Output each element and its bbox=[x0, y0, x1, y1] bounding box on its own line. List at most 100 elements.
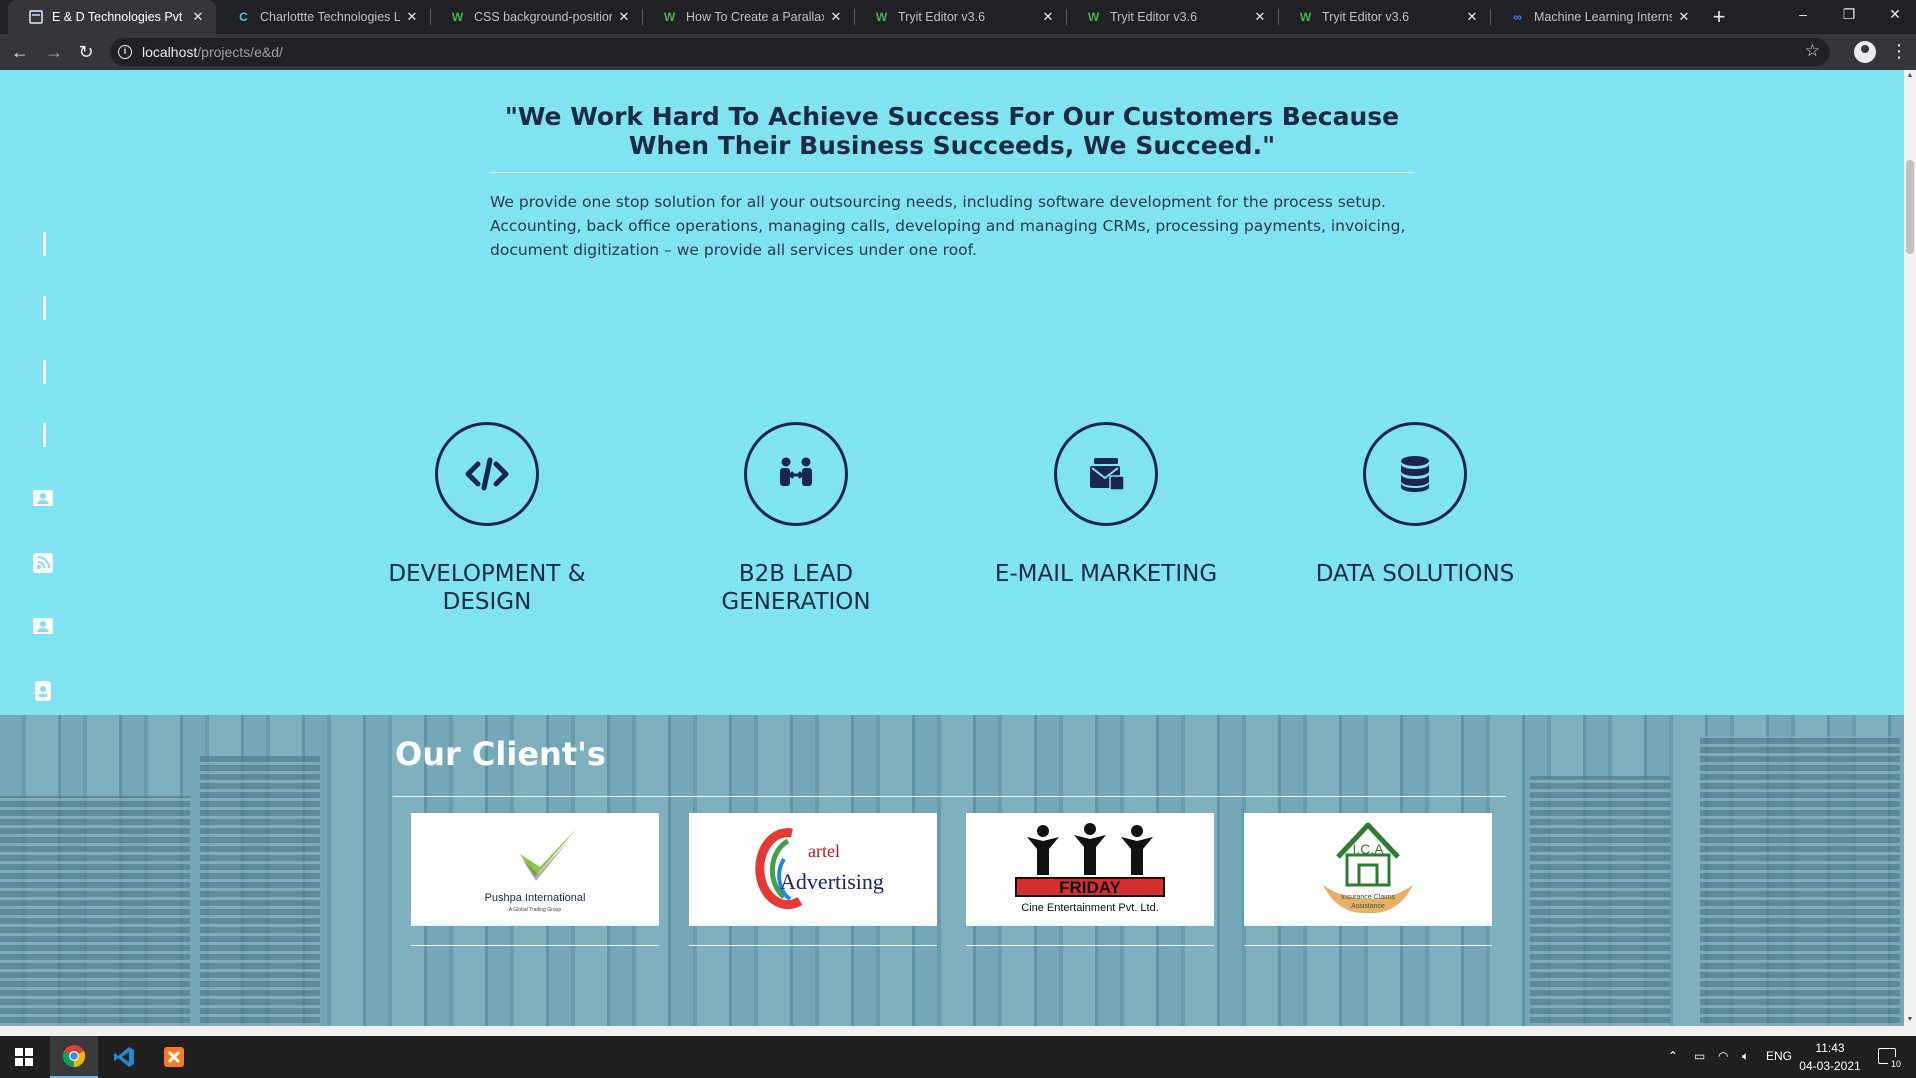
address-bar[interactable]: i localhost/projects/e&d/ ☆ bbox=[110, 38, 1830, 66]
chrome-taskbar-button[interactable] bbox=[50, 1036, 98, 1078]
close-icon[interactable]: ✕ bbox=[190, 9, 206, 25]
tab-title: E & D Technologies Pvt ltd bbox=[52, 10, 186, 24]
scrollbar-thumb[interactable] bbox=[1906, 160, 1914, 254]
ica-tagline-line-2: Assistance bbox=[1351, 903, 1385, 910]
social-link-line[interactable] bbox=[43, 360, 46, 384]
close-icon[interactable]: ✕ bbox=[1040, 9, 1056, 25]
svg-text:I.C.A: I.C.A bbox=[1352, 841, 1384, 857]
windows-taskbar: ⌃ ▭ ◠ 🔈︎ ENG 11:43 04-03-2021 10 bbox=[0, 1036, 1916, 1078]
taskbar-clock[interactable]: 11:43 04-03-2021 bbox=[1790, 1039, 1870, 1075]
tab-title: Tryit Editor v3.6 bbox=[1110, 10, 1198, 24]
tab-tryit-1[interactable]: W Tryit Editor v3.6 ✕ bbox=[854, 0, 1066, 34]
vscode-taskbar-button[interactable] bbox=[100, 1036, 148, 1078]
city-building bbox=[1530, 776, 1670, 1026]
mail-bulk-icon bbox=[1090, 458, 1125, 491]
tab-parallax[interactable]: W How To Create a Parallax Sc ✕ bbox=[642, 0, 854, 34]
new-tab-button[interactable]: + bbox=[1706, 4, 1732, 30]
xampp-taskbar-button[interactable] bbox=[150, 1036, 198, 1078]
service-title: B2B LEAD GENERATION bbox=[721, 561, 871, 615]
browser-tab-strip: E & D Technologies Pvt ltd ✕ C Charlottt… bbox=[0, 0, 1916, 34]
language-indicator[interactable]: ENG bbox=[1766, 1049, 1792, 1063]
show-hidden-icons-chevron-icon[interactable]: ⌃ bbox=[1668, 1049, 1678, 1063]
forward-button[interactable]: → bbox=[40, 38, 68, 66]
w3schools-icon: W bbox=[451, 10, 464, 24]
bookmark-star-icon[interactable]: ☆ bbox=[1805, 41, 1820, 61]
start-button[interactable] bbox=[0, 1036, 48, 1078]
svg-text:A Global Trading Group: A Global Trading Group bbox=[509, 907, 561, 913]
clock-date: 04-03-2021 bbox=[1799, 1059, 1861, 1073]
scroll-up-arrow-icon[interactable]: ▲ bbox=[1904, 70, 1916, 82]
divider bbox=[490, 172, 1414, 173]
tab-title: Tryit Editor v3.6 bbox=[898, 10, 986, 24]
tab-tryit-3[interactable]: W Tryit Editor v3.6 ✕ bbox=[1278, 0, 1490, 34]
back-button[interactable]: ← bbox=[6, 38, 34, 66]
service-b2b-lead-generation[interactable]: B2B LEAD GENERATION bbox=[671, 422, 921, 616]
profile-icon[interactable] bbox=[1854, 41, 1876, 63]
user-board-icon[interactable] bbox=[32, 488, 54, 510]
divider bbox=[689, 945, 937, 946]
windows-logo-icon bbox=[15, 1048, 33, 1066]
ica-logo: I.C.A Insurance Claims Assistance bbox=[1323, 822, 1413, 914]
social-link-line[interactable] bbox=[43, 232, 46, 256]
blog-icon[interactable] bbox=[32, 552, 54, 574]
page-icon bbox=[28, 10, 43, 25]
tab-ml-internship[interactable]: ∞ Machine Learning Internship ✕ bbox=[1490, 0, 1702, 34]
client-logo-friday[interactable]: FRIDAY Cine Entertainment Pvt. Ltd. bbox=[966, 813, 1214, 926]
reload-button[interactable]: ↻ bbox=[72, 38, 100, 66]
close-icon[interactable]: ✕ bbox=[828, 9, 844, 25]
city-building bbox=[1700, 736, 1900, 1026]
advertising-word: Advertising bbox=[780, 869, 884, 894]
close-icon[interactable]: ✕ bbox=[1464, 9, 1480, 25]
client-logo-pushpa[interactable]: Pushpa International A Global Trading Gr… bbox=[411, 813, 659, 926]
url-text: localhost/projects/e&d/ bbox=[142, 44, 283, 60]
social-link-line[interactable] bbox=[43, 296, 46, 320]
vertical-scrollbar[interactable]: ▲ ▼ bbox=[1904, 70, 1916, 1026]
about-quote: "We Work Hard To Achieve Success For Our… bbox=[504, 102, 1400, 160]
service-title: DATA SOLUTIONS bbox=[1315, 561, 1515, 587]
scroll-down-arrow-icon[interactable]: ▼ bbox=[1904, 1014, 1916, 1026]
close-icon[interactable]: ✕ bbox=[616, 9, 632, 25]
svg-text:Cine Entertainment Pvt. Ltd.: Cine Entertainment Pvt. Ltd. bbox=[1021, 902, 1159, 914]
info-icon[interactable]: i bbox=[118, 45, 132, 59]
minimize-button[interactable]: – bbox=[1780, 0, 1826, 30]
clients-heading: Our Client's bbox=[395, 735, 606, 773]
friday-logo: FRIDAY Cine Entertainment Pvt. Ltd. bbox=[1015, 823, 1165, 914]
browser-toolbar: ← → ↻ i localhost/projects/e&d/ ☆ ⋮ bbox=[0, 34, 1916, 70]
tab-e-and-d[interactable]: E & D Technologies Pvt ltd ✕ bbox=[8, 0, 216, 34]
service-icon-circle bbox=[744, 422, 848, 526]
service-development[interactable]: DEVELOPMENT & DESIGN bbox=[362, 422, 612, 616]
browser-menu-icon[interactable]: ⋮ bbox=[1890, 40, 1908, 64]
w3schools-icon: W bbox=[875, 10, 888, 24]
volume-icon[interactable]: 🔈︎ bbox=[1742, 1049, 1749, 1064]
social-link-line[interactable] bbox=[43, 423, 46, 447]
close-icon[interactable]: ✕ bbox=[1676, 9, 1692, 25]
client-logo-ica[interactable]: I.C.A Insurance Claims Assistance bbox=[1244, 813, 1492, 926]
close-icon[interactable]: ✕ bbox=[404, 9, 420, 25]
tab-charlotte[interactable]: C Charlottte Technologies LLC ✕ bbox=[216, 0, 430, 34]
svg-text:FRIDAY: FRIDAY bbox=[1059, 878, 1121, 897]
restore-button[interactable]: ❐ bbox=[1826, 0, 1872, 30]
tab-tryit-2[interactable]: W Tryit Editor v3.6 ✕ bbox=[1066, 0, 1278, 34]
service-data-solutions[interactable]: DATA SOLUTIONS bbox=[1290, 422, 1540, 588]
clock-time: 11:43 bbox=[1815, 1041, 1845, 1055]
tab-title: Machine Learning Internship bbox=[1534, 10, 1672, 24]
divider bbox=[411, 945, 659, 946]
w3schools-icon: W bbox=[1299, 10, 1312, 24]
pushpa-logo: Pushpa International A Global Trading Gr… bbox=[485, 827, 585, 913]
user-board-icon[interactable] bbox=[32, 616, 54, 638]
client-logo-cartel[interactable]: artel Advertising bbox=[689, 813, 937, 926]
clients-section: Our Client's Pushpa International A Glob… bbox=[0, 715, 1904, 1026]
service-email-marketing[interactable]: E-MAIL MARKETING bbox=[981, 422, 1231, 588]
meet-now-icon[interactable]: ▭ bbox=[1694, 1049, 1705, 1063]
page-viewport: "We Work Hard To Achieve Success For Our… bbox=[0, 70, 1904, 1026]
close-icon[interactable]: ✕ bbox=[1252, 9, 1268, 25]
contact-book-icon[interactable] bbox=[32, 680, 54, 702]
divider bbox=[966, 945, 1214, 946]
w3schools-icon: W bbox=[663, 10, 676, 24]
horizontal-scrollbar[interactable] bbox=[0, 1026, 1916, 1036]
wifi-icon[interactable]: ◠ bbox=[1718, 1049, 1728, 1063]
tab-css-background-position[interactable]: W CSS background-position p ✕ bbox=[430, 0, 642, 34]
service-title: DEVELOPMENT & DESIGN bbox=[388, 561, 586, 615]
close-window-button[interactable]: ✕ bbox=[1872, 0, 1916, 30]
code-icon bbox=[465, 457, 509, 491]
